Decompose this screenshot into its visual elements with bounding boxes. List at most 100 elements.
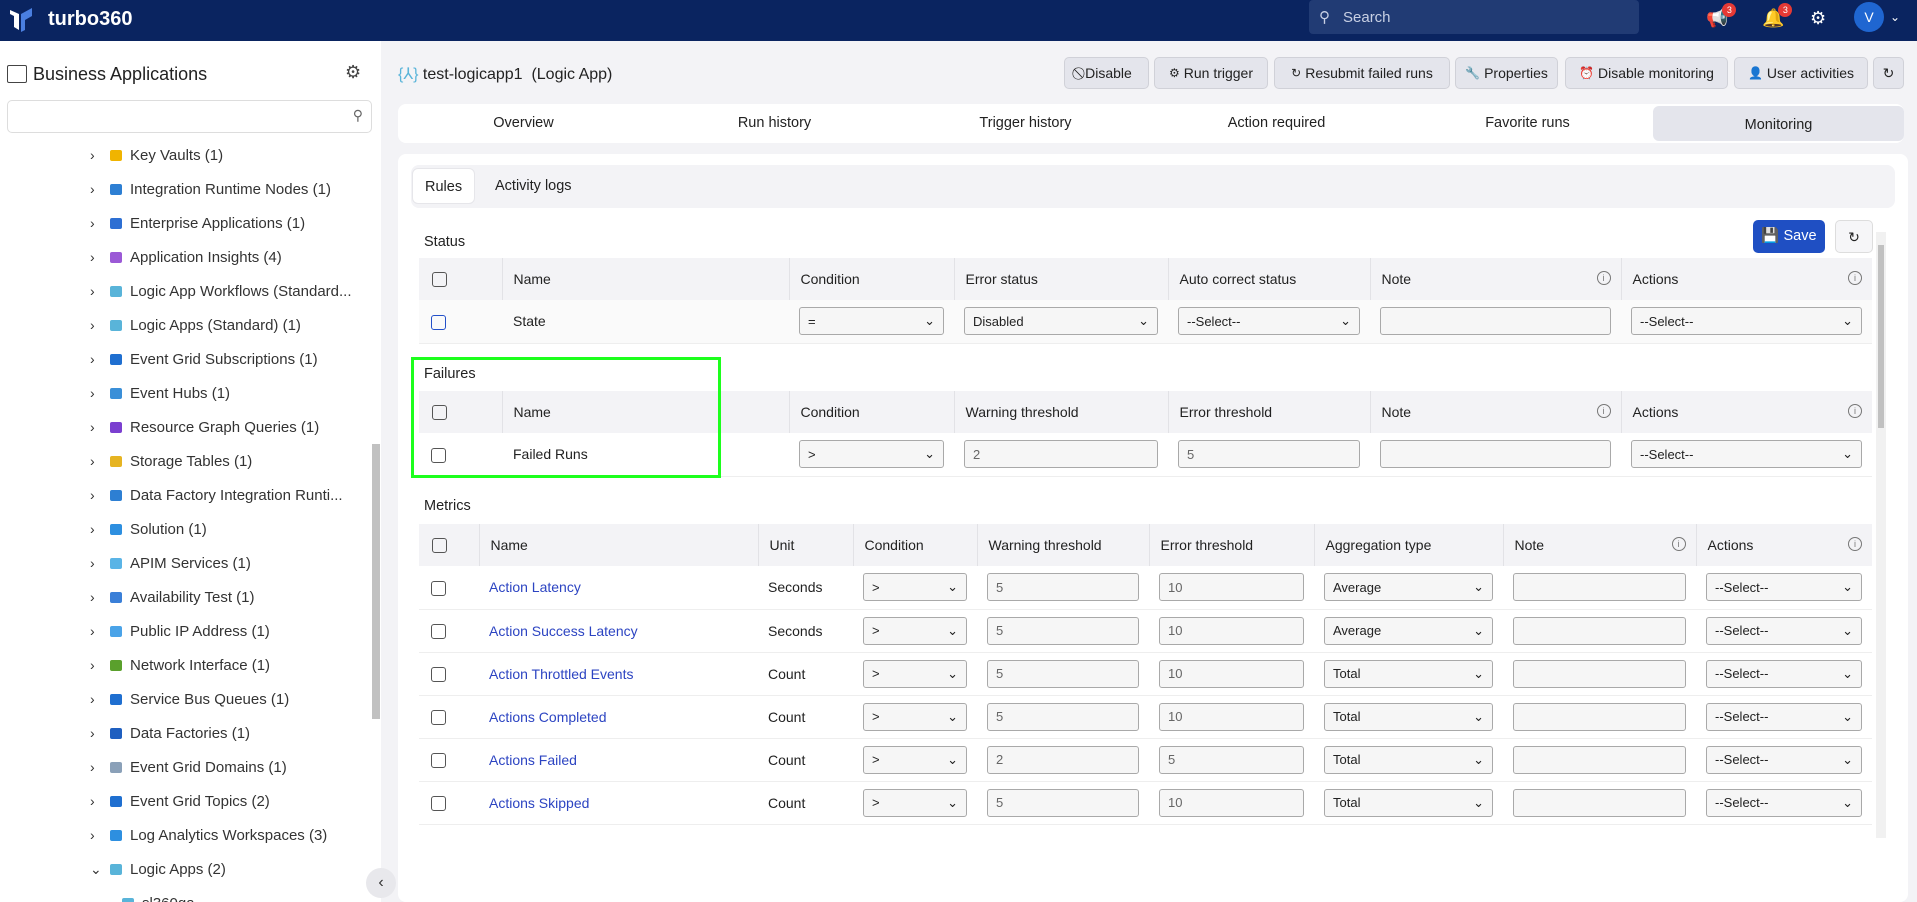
error-status-select[interactable]: Disabled ⌄ — [964, 307, 1158, 336]
note-input[interactable] — [1380, 307, 1611, 336]
select-all-checkbox[interactable] — [432, 272, 447, 288]
tree-item[interactable]: ⌄ Logic Apps (2) — [90, 852, 226, 886]
chevron-right-icon[interactable]: › — [90, 385, 110, 401]
row-checkbox[interactable] — [431, 666, 446, 682]
note-input[interactable] — [1513, 659, 1686, 688]
error-threshold-input[interactable]: 10 — [1159, 616, 1304, 645]
actions-select[interactable]: --Select-- ⌄ — [1706, 659, 1862, 688]
chevron-right-icon[interactable]: › — [90, 827, 110, 843]
actions-select[interactable]: --Select-- ⌄ — [1631, 440, 1862, 469]
tree-item[interactable]: › Resource Graph Queries (1) — [90, 410, 319, 444]
metric-name-link[interactable]: Actions Failed — [489, 752, 577, 768]
warning-threshold-input[interactable]: 2 — [964, 440, 1158, 469]
condition-select[interactable]: = ⌄ — [799, 307, 944, 336]
error-threshold-input[interactable]: 10 — [1159, 659, 1304, 688]
tree-item[interactable]: › Logic App Workflows (Standard... — [90, 274, 352, 308]
note-input[interactable] — [1380, 440, 1611, 469]
auto-correct-select[interactable]: --Select-- ⌄ — [1178, 307, 1360, 336]
chevron-right-icon[interactable]: › — [90, 691, 110, 707]
avatar[interactable]: V — [1854, 2, 1884, 32]
toolbar-properties-button[interactable]: 🔧 Properties — [1455, 57, 1558, 89]
toolbar-disable-monitoring-button[interactable]: ⏰ Disable monitoring — [1565, 57, 1728, 89]
toolbar-resubmit-failed-runs-button[interactable]: ↻ Resubmit failed runs — [1274, 57, 1450, 89]
chevron-right-icon[interactable]: › — [90, 181, 110, 197]
announcements-button[interactable]: 📢 3 — [1706, 3, 1737, 29]
actions-select[interactable]: --Select-- ⌄ — [1706, 616, 1862, 645]
row-checkbox[interactable] — [431, 795, 446, 811]
chevron-right-icon[interactable]: › — [90, 759, 110, 775]
actions-select[interactable]: --Select-- ⌄ — [1631, 307, 1862, 336]
error-threshold-input[interactable]: 10 — [1159, 702, 1304, 731]
tree-item[interactable]: › Event Grid Domains (1) — [90, 750, 287, 784]
warning-threshold-input[interactable]: 2 — [987, 745, 1139, 774]
aggregation-type-select[interactable]: Average ⌄ — [1324, 616, 1493, 645]
actions-select[interactable]: --Select-- ⌄ — [1706, 573, 1862, 602]
tab-action-required[interactable]: Action required — [1151, 104, 1402, 143]
condition-select[interactable]: > ⌄ — [863, 573, 967, 602]
scrollbar-thumb[interactable] — [372, 444, 380, 719]
info-icon[interactable]: i — [1848, 404, 1862, 418]
note-input[interactable] — [1513, 788, 1686, 817]
error-threshold-input[interactable]: 5 — [1178, 440, 1360, 469]
collapse-sidebar-button[interactable]: ‹ — [366, 868, 396, 898]
info-icon[interactable]: i — [1848, 537, 1862, 551]
tab-overview[interactable]: Overview — [398, 104, 649, 143]
warning-threshold-input[interactable]: 5 — [987, 659, 1139, 688]
tree-item[interactable]: › Network Interface (1) — [90, 648, 270, 682]
save-button[interactable]: 💾 Save — [1753, 220, 1825, 253]
tree-item[interactable]: › Integration Runtime Nodes (1) — [90, 172, 331, 206]
actions-select[interactable]: --Select-- ⌄ — [1706, 788, 1862, 817]
settings-button[interactable]: ⚙ — [1810, 8, 1826, 29]
chevron-right-icon[interactable]: › — [90, 351, 110, 367]
tree-item[interactable]: › Storage Tables (1) — [90, 444, 252, 478]
tree-item[interactable]: › Data Factory Integration Runti... — [90, 478, 343, 512]
tree-item[interactable]: sl360qa — [122, 886, 195, 902]
condition-select[interactable]: > ⌄ — [863, 616, 967, 645]
toolbar-disable-button[interactable]: ⃠Disable — [1064, 57, 1149, 89]
warning-threshold-input[interactable]: 5 — [987, 788, 1139, 817]
toolbar-run-trigger-button[interactable]: ⚙ Run trigger — [1154, 57, 1268, 89]
tab-favorite-runs[interactable]: Favorite runs — [1402, 104, 1653, 143]
tree-item[interactable]: › Service Bus Queues (1) — [90, 682, 289, 716]
chevron-right-icon[interactable]: › — [90, 657, 110, 673]
tree-item[interactable]: › Public IP Address (1) — [90, 614, 270, 648]
tree-item[interactable]: › APIM Services (1) — [90, 546, 251, 580]
note-input[interactable] — [1513, 745, 1686, 774]
chevron-down-icon[interactable]: ⌄ — [1890, 10, 1900, 24]
row-checkbox[interactable] — [431, 623, 446, 639]
aggregation-type-select[interactable]: Total ⌄ — [1324, 659, 1493, 688]
global-search-input[interactable]: ⚲ Search — [1309, 0, 1639, 34]
condition-select[interactable]: > ⌄ — [863, 659, 967, 688]
tab-run-history[interactable]: Run history — [649, 104, 900, 143]
tree-item[interactable]: › Log Analytics Workspaces (3) — [90, 818, 327, 852]
tree-item[interactable]: › Logic Apps (Standard) (1) — [90, 308, 301, 342]
chevron-right-icon[interactable]: › — [90, 283, 110, 299]
condition-select[interactable]: > ⌄ — [863, 788, 967, 817]
tree-item[interactable]: › Key Vaults (1) — [90, 138, 223, 172]
chevron-right-icon[interactable]: › — [90, 793, 110, 809]
aggregation-type-select[interactable]: Average ⌄ — [1324, 573, 1493, 602]
info-icon[interactable]: i — [1848, 271, 1862, 285]
toolbar-user-activities-button[interactable]: 👤 User activities — [1734, 57, 1868, 89]
metric-name-link[interactable]: Action Latency — [489, 579, 581, 595]
chevron-right-icon[interactable]: › — [90, 147, 110, 163]
warning-threshold-input[interactable]: 5 — [987, 616, 1139, 645]
warning-threshold-input[interactable]: 5 — [987, 702, 1139, 731]
condition-select[interactable]: > ⌄ — [863, 745, 967, 774]
metric-name-link[interactable]: Actions Completed — [489, 709, 607, 725]
refresh-button[interactable]: ↻ — [1873, 57, 1904, 89]
error-threshold-input[interactable]: 10 — [1159, 788, 1304, 817]
chevron-right-icon[interactable]: › — [90, 623, 110, 639]
row-checkbox[interactable] — [431, 709, 446, 725]
tree-item[interactable]: › Solution (1) — [90, 512, 207, 546]
note-input[interactable] — [1513, 573, 1686, 602]
chevron-down-icon[interactable]: ⌄ — [90, 861, 110, 878]
condition-select[interactable]: > ⌄ — [799, 440, 944, 469]
actions-select[interactable]: --Select-- ⌄ — [1706, 745, 1862, 774]
metric-name-link[interactable]: Action Throttled Events — [489, 666, 633, 682]
aggregation-type-select[interactable]: Total ⌄ — [1324, 745, 1493, 774]
note-input[interactable] — [1513, 702, 1686, 731]
row-checkbox[interactable] — [431, 580, 446, 596]
error-threshold-input[interactable]: 5 — [1159, 745, 1304, 774]
tree-item[interactable]: › Application Insights (4) — [90, 240, 282, 274]
